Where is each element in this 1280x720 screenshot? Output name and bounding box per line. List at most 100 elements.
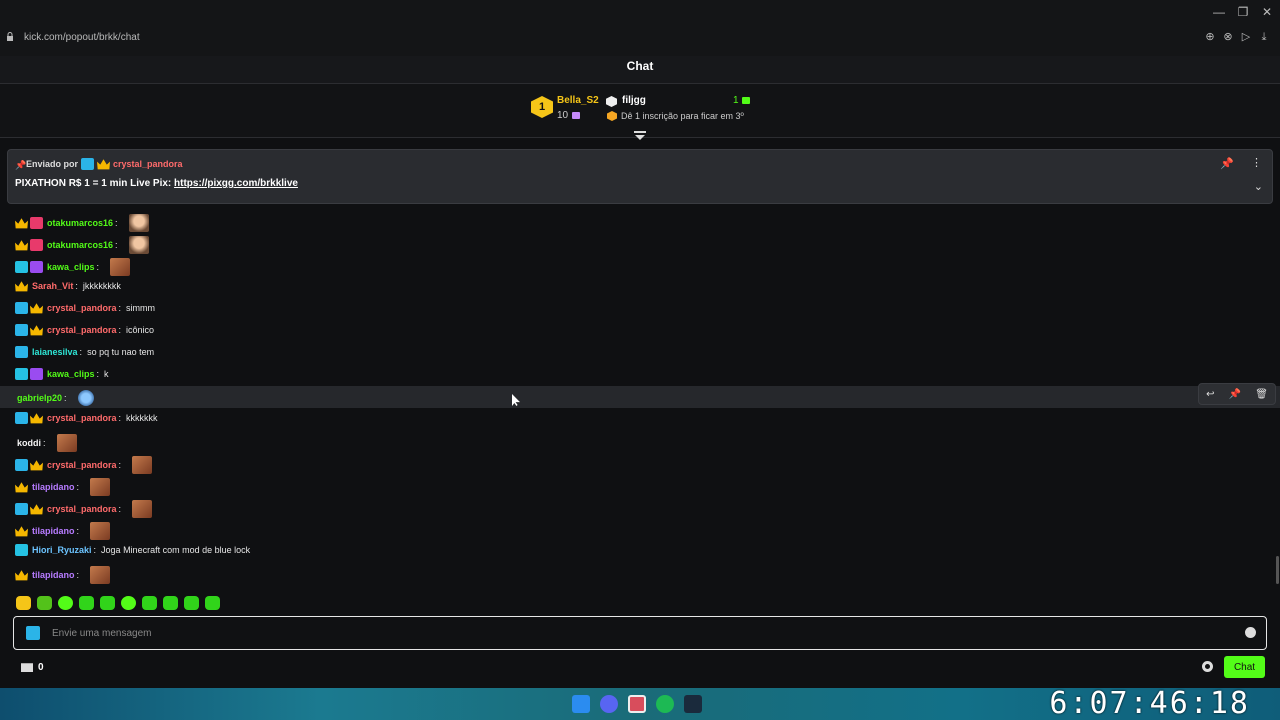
chat-message: kawa_clips: [15,258,131,276]
chat-message-row[interactable]: tilapidano: [0,562,1280,584]
address-url[interactable]: kick.com/popout/brkk/chat [24,32,140,43]
chat-message-row[interactable]: otakumarcos16: [0,210,1280,232]
points-count: 0 [38,662,44,673]
chat-text: k [104,369,109,379]
chat-message-row[interactable]: kawa_clips: [0,254,1280,276]
username-separator: : [93,545,97,555]
emote-icon[interactable] [184,596,199,610]
unpin-icon[interactable]: 📌 [1220,157,1234,170]
discord-icon[interactable] [600,695,618,713]
chat-message-row[interactable]: laianesilva: so pq tu nao tem [0,342,1280,364]
chat-username[interactable]: kawa_clips [47,262,95,272]
chat-message-row[interactable]: otakumarcos16: [0,232,1280,254]
chat-username[interactable]: gabrielp20 [17,393,62,403]
og-badge-icon [81,158,95,170]
emote-icon[interactable] [37,596,52,610]
chat-message-row[interactable]: Sarah_Vit: jkkkkkkkk [0,276,1280,298]
user-badge-icon [30,303,43,314]
user-badge-icon [30,504,43,515]
emote-icon[interactable] [100,596,115,610]
message-input-box [13,616,1267,650]
chat-message-row[interactable]: Hiori_Ryuzaki: Joga Minecraft com mod de … [0,540,1280,562]
zoom-icon[interactable]: ⊕ [1204,31,1216,43]
chat-message-row[interactable]: tilapidano: [0,474,1280,496]
chat-message: koddi: [15,434,77,452]
emote-icon[interactable] [163,596,178,610]
chat-username[interactable]: otakumarcos16 [47,240,113,250]
send-chat-button[interactable]: Chat [1224,656,1265,678]
chat-username[interactable]: laianesilva [32,347,78,357]
store-icon[interactable] [21,663,33,672]
scrollbar[interactable] [1276,556,1279,584]
pinned-author[interactable]: crystal_pandora [113,159,183,169]
chat-message: tilapidano: [15,478,111,496]
chat-message-row[interactable]: crystal_pandora: kkkkkkk [0,408,1280,430]
window-controls: — ❐ ✕ [1212,5,1274,19]
username-separator: : [118,504,122,514]
send-icon[interactable]: ▷ [1240,31,1252,43]
chat-message-row[interactable]: kawa_clips: k [0,364,1280,386]
gift-leaderboard: 1 Bella_S2 10 filjgg Dê 1 inscrição para… [0,84,1280,138]
minimize-icon[interactable]: — [1212,5,1226,19]
crown-badge-icon [97,159,111,170]
spotify-icon[interactable] [656,695,674,713]
chat-username[interactable]: koddi [17,438,41,448]
chat-message-row[interactable]: crystal_pandora: [0,496,1280,518]
chat-username[interactable]: crystal_pandora [47,504,117,514]
chat-username[interactable]: crystal_pandora [47,303,117,313]
user-badge-icon [30,460,43,471]
pin-icon[interactable]: 📌 [1229,389,1241,400]
chat-message: Hiori_Ryuzaki: Joga Minecraft com mod de … [15,544,250,556]
emote-icon [128,214,149,232]
emoji-picker-icon[interactable] [1245,627,1256,638]
restore-icon[interactable]: ❐ [1236,5,1250,19]
emote-icon[interactable] [16,596,31,610]
emote-icon[interactable] [58,596,73,610]
pinned-author-line: 📌 Enviado por crystal_pandora [15,158,183,170]
leader-name[interactable]: Bella_S2 [557,95,599,106]
message-input[interactable] [52,623,1232,643]
chat-username[interactable]: tilapidano [32,482,75,492]
opera-icon[interactable] [628,695,646,713]
trash-icon[interactable]: 🗑 [1255,389,1268,400]
user-badge-icon [15,570,28,581]
emote-icon[interactable] [121,596,136,610]
chat-username[interactable]: tilapidano [32,526,75,536]
chat-username[interactable]: kawa_clips [47,369,95,379]
collapse-leaderboard-icon[interactable] [634,131,646,141]
chat-message-row[interactable]: crystal_pandora: icônico [0,320,1280,342]
close-icon[interactable]: ✕ [1260,5,1274,19]
emote-icon[interactable] [205,596,220,610]
chevron-down-icon[interactable]: ⌄ [1254,180,1263,193]
second-name[interactable]: filjgg [622,95,646,106]
chat-message-row[interactable]: gabrielp20: ↩ 📌 🗑 [0,383,1280,408]
emote-icon [90,566,111,584]
emote-icon [132,456,153,474]
windows-start-icon[interactable] [572,695,590,713]
chat-username[interactable]: Sarah_Vit [32,281,73,291]
chat-username[interactable]: crystal_pandora [47,460,117,470]
chat-message-row[interactable]: koddi: [0,430,1280,452]
taskbar-apps [572,695,702,713]
emote-icon[interactable] [79,596,94,610]
chat-username[interactable]: crystal_pandora [47,325,117,335]
pinned-link[interactable]: https://pixgg.com/brkklive [174,178,298,189]
reply-icon[interactable]: ↩ [1206,389,1214,400]
chat-username[interactable]: crystal_pandora [47,413,117,423]
steam-icon[interactable] [684,695,702,713]
emote-icon [77,390,94,406]
chat-message-row[interactable]: crystal_pandora: simmm [0,298,1280,320]
more-options-icon[interactable]: ⋮ [1251,156,1262,169]
chat-username[interactable]: tilapidano [32,570,75,580]
chat-message-row[interactable]: tilapidano: [0,518,1280,540]
chat-message-row[interactable]: crystal_pandora: [0,452,1280,474]
username-separator: : [75,281,78,291]
gear-icon[interactable] [1202,661,1213,672]
shield-icon[interactable]: ⊗ [1222,31,1234,43]
chat-username[interactable]: otakumarcos16 [47,218,113,228]
chat-username[interactable]: Hiori_Ryuzaki [32,545,92,555]
download-icon[interactable]: ⤓ [1258,31,1270,43]
emote-icon [110,258,131,276]
emote-icon[interactable] [142,596,157,610]
username-separator: : [96,262,100,272]
